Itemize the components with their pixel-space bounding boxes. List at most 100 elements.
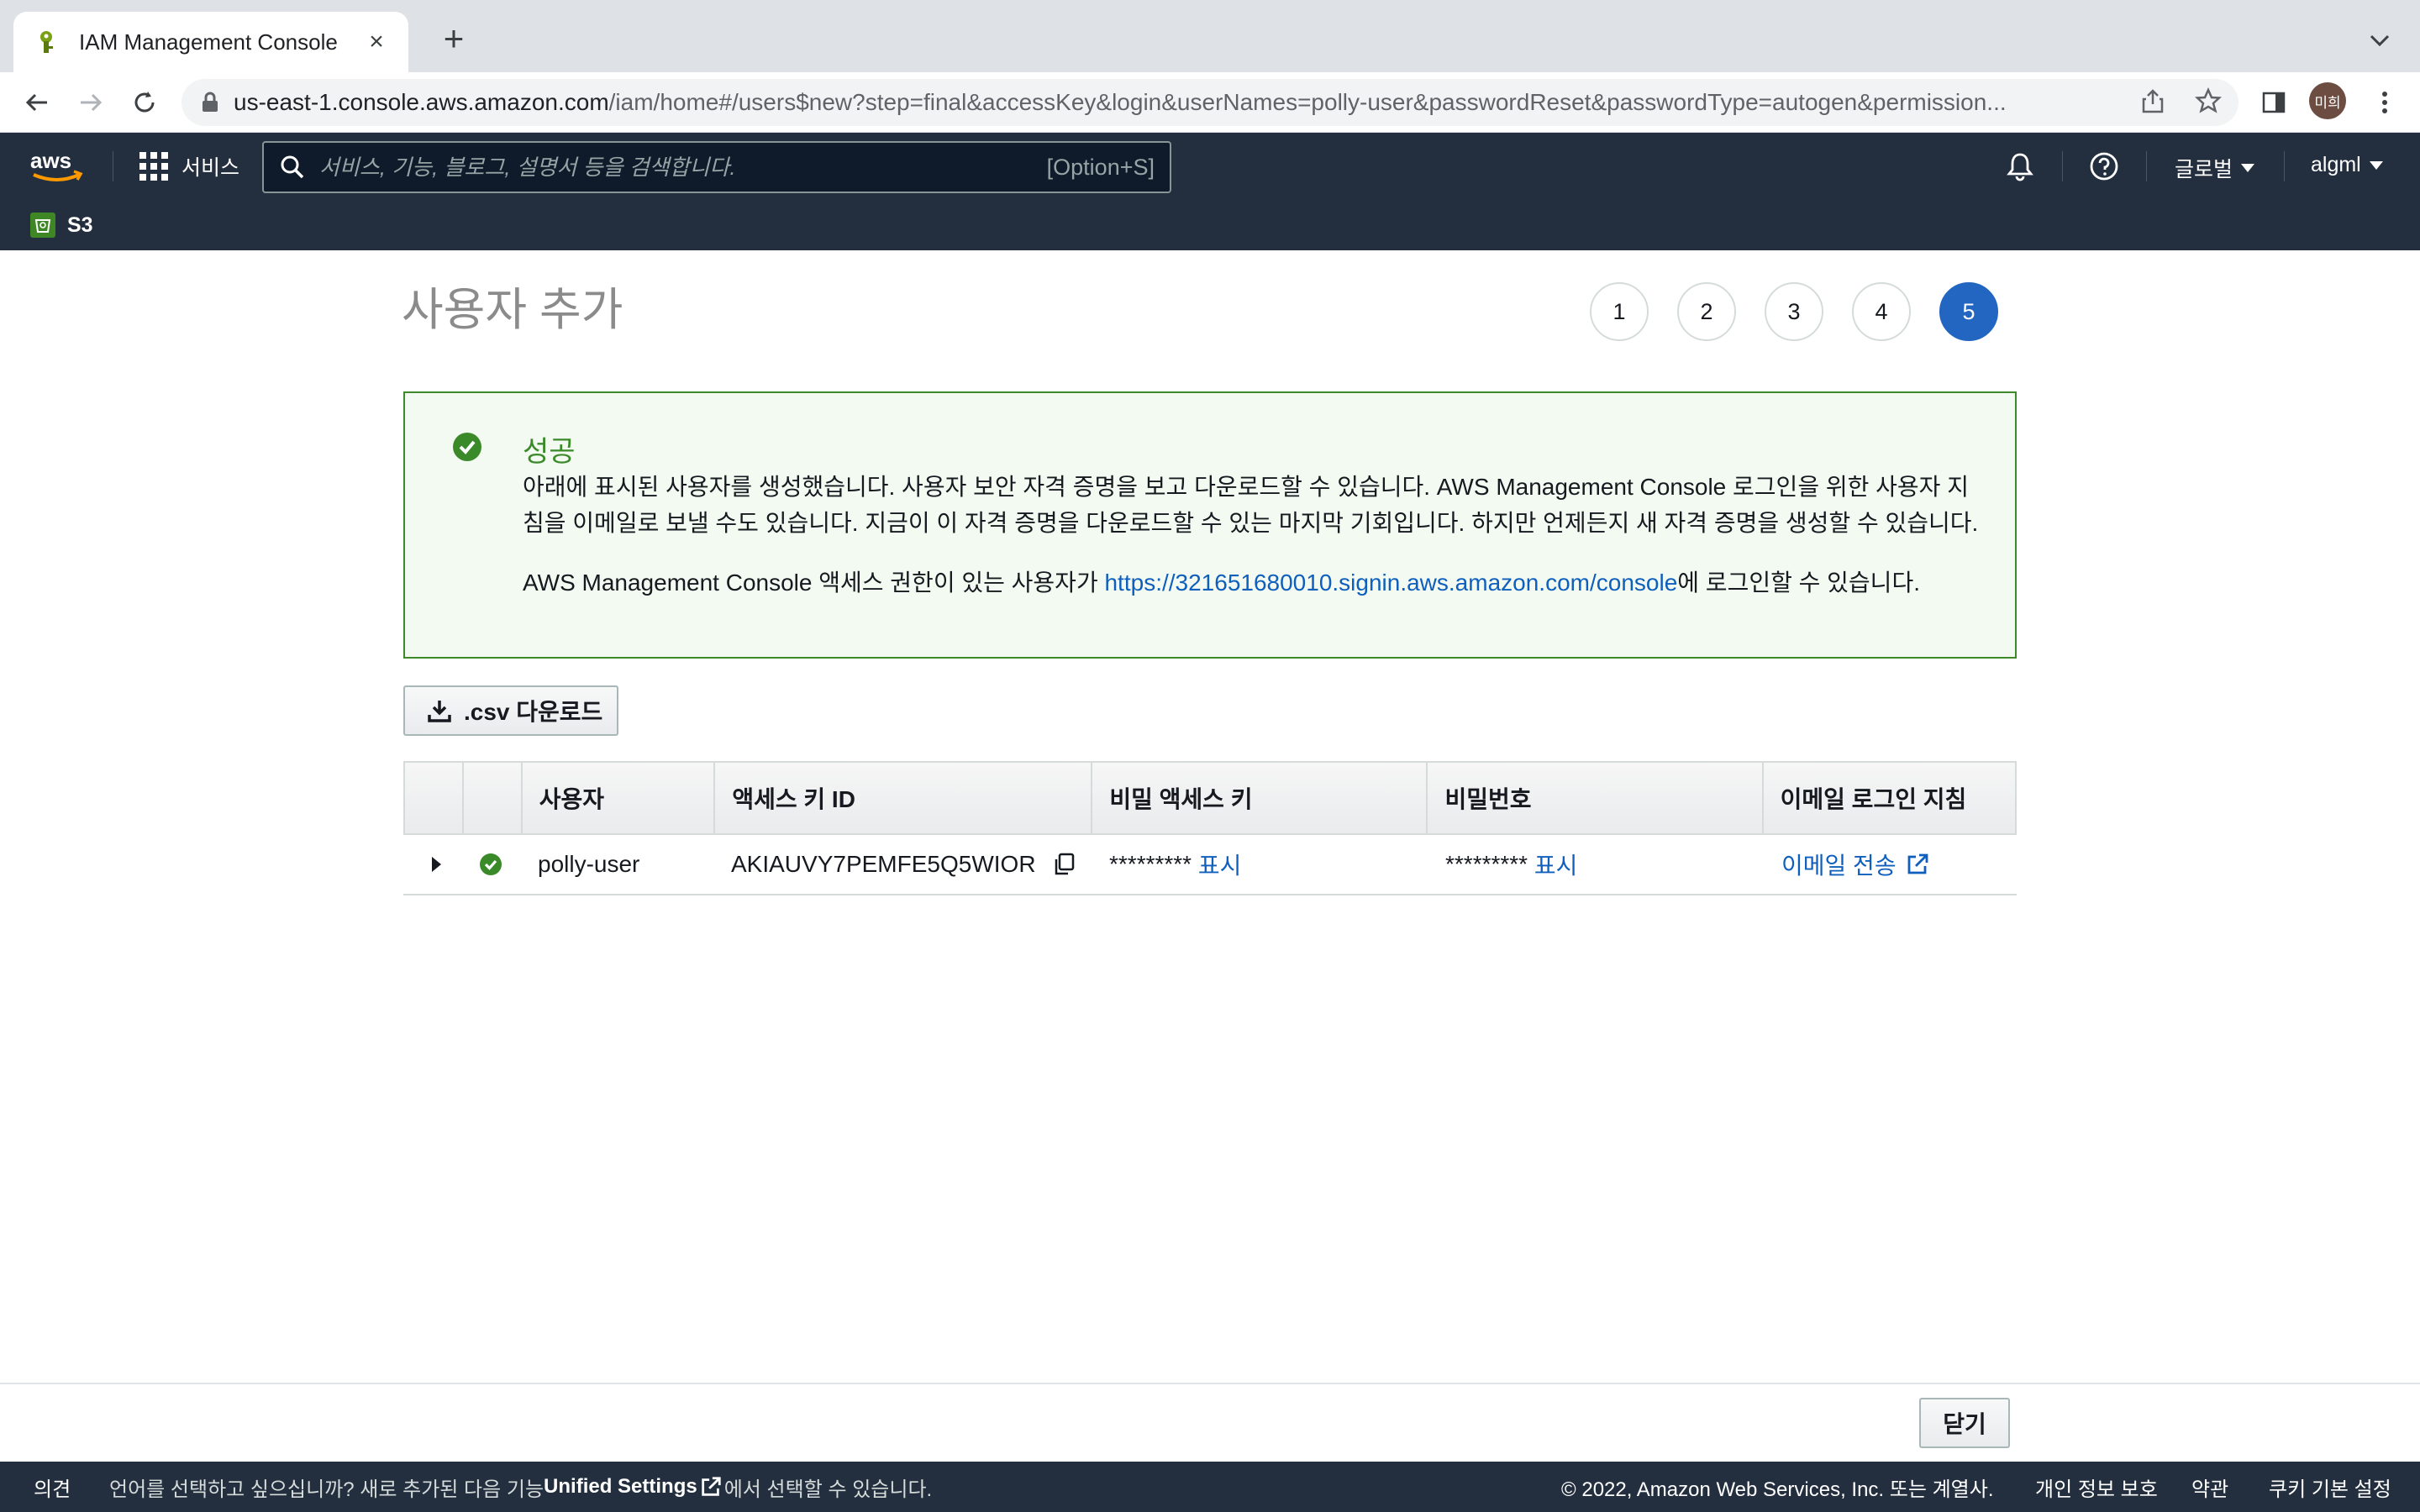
- wizard-steps: 1 2 3 4 5: [1590, 282, 1998, 341]
- step-2[interactable]: 2: [1677, 282, 1736, 341]
- region-selector[interactable]: 글로벌: [2175, 153, 2255, 183]
- help-icon[interactable]: [2087, 150, 2121, 183]
- header-expand: [405, 763, 464, 833]
- download-csv-label: .csv 다운로드: [464, 699, 603, 725]
- success-check-icon: [453, 433, 481, 461]
- services-menu[interactable]: 서비스: [139, 150, 239, 183]
- account-menu[interactable]: algml: [2311, 153, 2383, 177]
- alert-title: 성공: [523, 436, 576, 468]
- favorite-s3[interactable]: S3: [30, 210, 93, 240]
- search-icon: [281, 155, 304, 179]
- user-name: polly-user: [538, 851, 640, 877]
- language-notice-suffix: 에서 선택할 수 있습니다.: [723, 1478, 933, 1501]
- header-password: 비밀번호: [1428, 763, 1764, 833]
- console-login-text: AWS Management Console 액세스 권한이 있는 사용자가 h…: [523, 564, 1920, 598]
- header-status: [464, 763, 523, 833]
- terms-link[interactable]: 약관: [2191, 1462, 2228, 1512]
- console-prefix: AWS Management Console 액세스 권한이 있는 사용자가: [523, 570, 1105, 596]
- show-password-link[interactable]: 표시: [1534, 848, 1578, 881]
- table-header: 사용자 액세스 키 ID 비밀 액세스 키 비밀번호 이메일 로그인 지침: [403, 761, 2017, 835]
- forward-icon[interactable]: [72, 84, 109, 121]
- access-key-id: AKIAUVY7PEMFE5Q5WIOR: [731, 851, 1036, 877]
- close-tab-icon[interactable]: ×: [361, 27, 392, 57]
- success-check-icon: [480, 853, 502, 875]
- header-email-instructions: 이메일 로그인 지침: [1780, 786, 1967, 812]
- chevron-down-icon: [2369, 160, 2383, 170]
- credentials-table: 사용자 액세스 키 ID 비밀 액세스 키 비밀번호 이메일 로그인 지침 po…: [403, 761, 2017, 895]
- back-icon[interactable]: [18, 84, 55, 121]
- feedback-link[interactable]: 의견: [34, 1462, 71, 1512]
- notifications-bell-icon[interactable]: [2003, 150, 2037, 183]
- region-label: 글로벌: [2175, 158, 2233, 181]
- send-email-link[interactable]: 이메일 전송: [1781, 848, 1897, 881]
- close-button[interactable]: 닫기: [1919, 1398, 2010, 1448]
- external-link-icon[interactable]: [1905, 852, 1930, 877]
- share-icon[interactable]: [2141, 87, 2165, 118]
- secret-key-cell: ********* 표시: [1092, 835, 1428, 894]
- show-secret-link[interactable]: 표시: [1198, 848, 1242, 881]
- profile-avatar[interactable]: 미희: [2309, 82, 2346, 119]
- step-4[interactable]: 4: [1852, 282, 1911, 341]
- privacy-link[interactable]: 개인 정보 보호: [2035, 1462, 2158, 1512]
- url-text: us-east-1.console.aws.amazon.com/iam/hom…: [234, 89, 2124, 116]
- language-notice-prefix: 언어를 선택하고 싶으십니까? 새로 추가된 다음 기능: [109, 1478, 544, 1501]
- tab-search-icon[interactable]: [2365, 25, 2395, 55]
- address-bar[interactable]: us-east-1.console.aws.amazon.com/iam/hom…: [182, 79, 2238, 126]
- console-footer: 의견 언어를 선택하고 싶으십니까? 새로 추가된 다음 기능 Unified …: [0, 1462, 2420, 1512]
- secret-key-mask: *********: [1109, 851, 1192, 877]
- unified-settings-link[interactable]: Unified Settings: [544, 1475, 697, 1499]
- search-input[interactable]: [319, 154, 1047, 181]
- header-access-key-id: 액세스 키 ID: [715, 763, 1093, 833]
- new-tab-button[interactable]: +: [435, 21, 472, 59]
- console-login-link[interactable]: https://321651680010.signin.aws.amazon.c…: [1104, 570, 1677, 596]
- aws-navbar: aws 서비스 [Option+S] 글로벌: [0, 133, 2420, 250]
- url-host: us-east-1.console.aws.amazon.com: [234, 89, 609, 115]
- password-mask: *********: [1445, 851, 1528, 877]
- download-icon: [428, 701, 451, 722]
- bookmark-star-icon[interactable]: [2194, 87, 2223, 118]
- step-1[interactable]: 1: [1590, 282, 1649, 341]
- email-cell: 이메일 전송: [1765, 835, 2017, 894]
- search-shortcut-hint: [Option+S]: [1046, 154, 1155, 180]
- row-status: [462, 835, 521, 894]
- copyright: © 2022, Amazon Web Services, Inc. 또는 계열사…: [1561, 1478, 1994, 1501]
- svg-text:aws: aws: [30, 148, 71, 173]
- account-label: algml: [2311, 153, 2361, 176]
- reload-icon[interactable]: [126, 84, 163, 121]
- download-csv-button[interactable]: .csv 다운로드: [403, 685, 618, 736]
- step-3[interactable]: 3: [1765, 282, 1823, 341]
- iam-key-icon: [34, 29, 59, 55]
- header-user: 사용자: [523, 763, 716, 833]
- access-key-cell: AKIAUVY7PEMFE5Q5WIOR: [714, 835, 1092, 894]
- caret-right-icon: [432, 857, 441, 872]
- external-link-icon: [701, 1477, 721, 1496]
- alert-body: 아래에 표시된 사용자를 생성했습니다. 사용자 보안 자격 증명을 보고 다운…: [523, 474, 1979, 536]
- favorite-label: S3: [67, 213, 93, 237]
- password-cell: ********* 표시: [1428, 835, 1765, 894]
- table-row: polly-user AKIAUVY7PEMFE5Q5WIOR ********…: [403, 835, 2017, 895]
- cookie-preferences-link[interactable]: 쿠키 기본 설정: [2269, 1462, 2391, 1512]
- s3-icon: [30, 213, 55, 238]
- side-panel-icon[interactable]: [2255, 84, 2292, 121]
- more-menu-icon[interactable]: [2366, 84, 2403, 121]
- services-label: 서비스: [182, 156, 240, 180]
- console-suffix: 에 로그인할 수 있습니다.: [1677, 570, 1920, 596]
- services-grid-icon: [139, 152, 168, 181]
- chevron-down-icon: [2241, 164, 2255, 172]
- step-5[interactable]: 5: [1939, 282, 1998, 341]
- browser-tabstrip: IAM Management Console × +: [0, 0, 2420, 72]
- page-title: 사용자 추가: [402, 285, 623, 335]
- aws-search-bar[interactable]: [Option+S]: [262, 141, 1171, 193]
- url-path: /iam/home#/users$new?step=final&accessKe…: [608, 89, 2007, 115]
- copy-icon[interactable]: [1051, 851, 1078, 878]
- browser-tab[interactable]: IAM Management Console ×: [13, 12, 408, 72]
- aws-logo-icon[interactable]: aws: [29, 148, 87, 186]
- wizard-action-bar: 닫기: [0, 1383, 2420, 1462]
- tab-title: IAM Management Console: [79, 29, 338, 55]
- language-notice: 언어를 선택하고 싶으십니까? 새로 추가된 다음 기능 Unified Set…: [109, 1462, 932, 1512]
- expand-row-toggle[interactable]: [403, 835, 462, 894]
- success-alert: 성공 아래에 표시된 사용자를 생성했습니다. 사용자 보안 자격 증명을 보고…: [403, 391, 2017, 659]
- browser-toolbar: us-east-1.console.aws.amazon.com/iam/hom…: [0, 72, 2420, 133]
- lock-icon[interactable]: [198, 91, 222, 114]
- header-secret-access-key: 비밀 액세스 키: [1092, 763, 1428, 833]
